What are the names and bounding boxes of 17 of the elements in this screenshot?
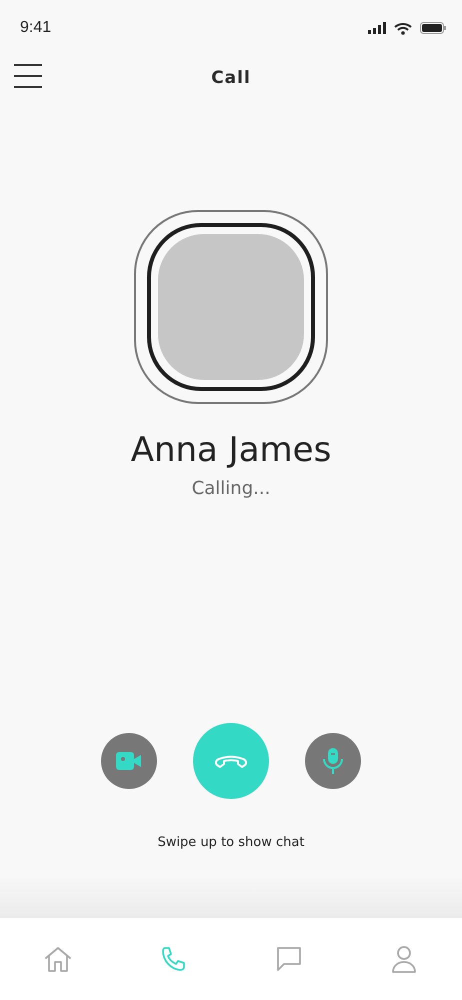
menu-button[interactable] [14, 64, 44, 88]
nav-tab[interactable] [42, 944, 73, 974]
contact-name: Anna James [130, 430, 332, 470]
wifi-icon [394, 22, 412, 34]
user-icon [391, 945, 418, 973]
signal-icon [368, 22, 386, 34]
call-status: Calling... [190, 478, 272, 499]
chat-bubble-icon [276, 946, 302, 972]
page-title: Call [211, 68, 251, 88]
phone-hang-up-icon [214, 753, 248, 769]
status-time: 9:41 [20, 19, 52, 37]
phone-icon [160, 946, 186, 972]
battery-icon [420, 22, 446, 34]
home-icon [44, 946, 72, 972]
microphone-icon [323, 747, 343, 775]
video-camera-icon [116, 751, 142, 771]
swipe-hint: Swipe up to show chat [156, 835, 306, 850]
